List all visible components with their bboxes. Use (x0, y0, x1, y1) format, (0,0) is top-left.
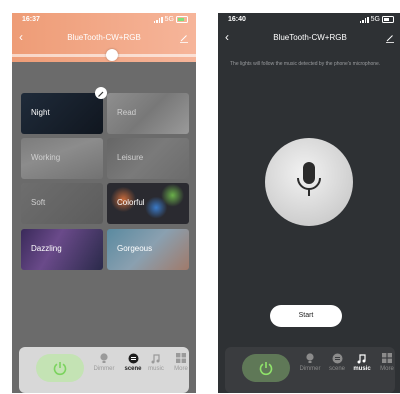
scene-tile-colorful[interactable]: Colorful (107, 183, 189, 224)
nav-label: Dimmer (299, 366, 321, 372)
scene-label: Working (31, 153, 61, 162)
slider-track (12, 54, 196, 57)
music-note-icon (151, 354, 160, 364)
edit-scene-icon[interactable] (95, 87, 107, 99)
scene-tile-leisure[interactable]: Leisure (107, 138, 189, 179)
power-icon (259, 362, 273, 376)
scene-tile-dazzling[interactable]: Dazzling (21, 229, 103, 270)
nav-scene[interactable]: scene (325, 353, 349, 372)
app-header: ‹ BlueTooth-CW+RGB (12, 27, 196, 49)
scene-screen: 16:37 5G ‹ BlueTooth-CW+RGB Night Read W… (12, 13, 196, 393)
microphone-icon (297, 162, 321, 196)
status-bar: 16:40 5G (218, 13, 400, 27)
scene-tile-working[interactable]: Working (21, 138, 103, 179)
status-time: 16:40 (228, 16, 246, 23)
power-button[interactable] (36, 354, 84, 382)
start-button[interactable]: Start (270, 305, 342, 327)
battery-icon (176, 16, 188, 23)
nav-label: Dimmer (93, 366, 115, 372)
battery-icon (382, 16, 394, 23)
network-label: 5G (164, 16, 174, 23)
status-bar: 16:37 5G (12, 13, 196, 27)
nav-label: scene (124, 366, 142, 372)
music-screen: 16:40 5G ‹ BlueTooth-CW+RGB The lights w… (218, 13, 400, 393)
scene-label: Dazzling (31, 244, 62, 253)
signal-icon (360, 16, 369, 23)
network-label: 5G (370, 16, 380, 23)
brightness-slider[interactable] (12, 49, 196, 62)
nav-label: music (353, 366, 371, 372)
microphone-button[interactable] (265, 138, 353, 226)
scene-tile-night[interactable]: Night (21, 93, 103, 134)
nav-dimmer[interactable]: Dimmer (298, 353, 322, 372)
grid-icon (176, 353, 186, 363)
music-note-icon (357, 354, 366, 364)
scene-icon (128, 353, 138, 364)
nav-label: music (148, 366, 164, 372)
bottom-nav: Dimmer scene music More (19, 347, 189, 393)
nav-more[interactable]: More (169, 353, 193, 372)
scene-label: Colorful (117, 198, 145, 207)
nav-music[interactable]: music (144, 353, 168, 372)
bulb-icon (306, 353, 314, 363)
scene-icon (332, 353, 342, 364)
nav-more[interactable]: More (375, 353, 399, 372)
nav-label: More (174, 366, 188, 372)
status-time: 16:37 (22, 16, 40, 23)
nav-scene[interactable]: scene (121, 353, 145, 372)
power-button[interactable] (242, 354, 290, 382)
page-title: BlueTooth-CW+RGB (67, 33, 141, 42)
app-header: ‹ BlueTooth-CW+RGB (218, 27, 400, 49)
slider-knob[interactable] (106, 49, 118, 61)
scene-label: Leisure (117, 153, 144, 162)
scene-tile-soft[interactable]: Soft (21, 183, 103, 224)
power-icon (53, 362, 67, 376)
page-title: BlueTooth-CW+RGB (273, 33, 347, 42)
grid-icon (382, 353, 392, 363)
nav-music[interactable]: music (350, 353, 374, 372)
bulb-icon (100, 353, 108, 363)
scene-label: Gorgeous (117, 244, 153, 253)
scene-label: Soft (31, 198, 46, 207)
nav-label: scene (328, 366, 345, 372)
scene-label: Read (117, 108, 137, 117)
nav-dimmer[interactable]: Dimmer (92, 353, 116, 372)
signal-icon (154, 16, 163, 23)
scene-tile-read[interactable]: Read (107, 93, 189, 134)
scene-tile-gorgeous[interactable]: Gorgeous (107, 229, 189, 270)
nav-label: More (380, 366, 394, 372)
bottom-nav: Dimmer scene music More (225, 347, 395, 393)
music-note-text: The lights will follow the music detecte… (230, 61, 381, 67)
edit-icon[interactable] (385, 33, 395, 43)
scene-label: Night (31, 108, 50, 117)
edit-icon[interactable] (179, 33, 189, 43)
